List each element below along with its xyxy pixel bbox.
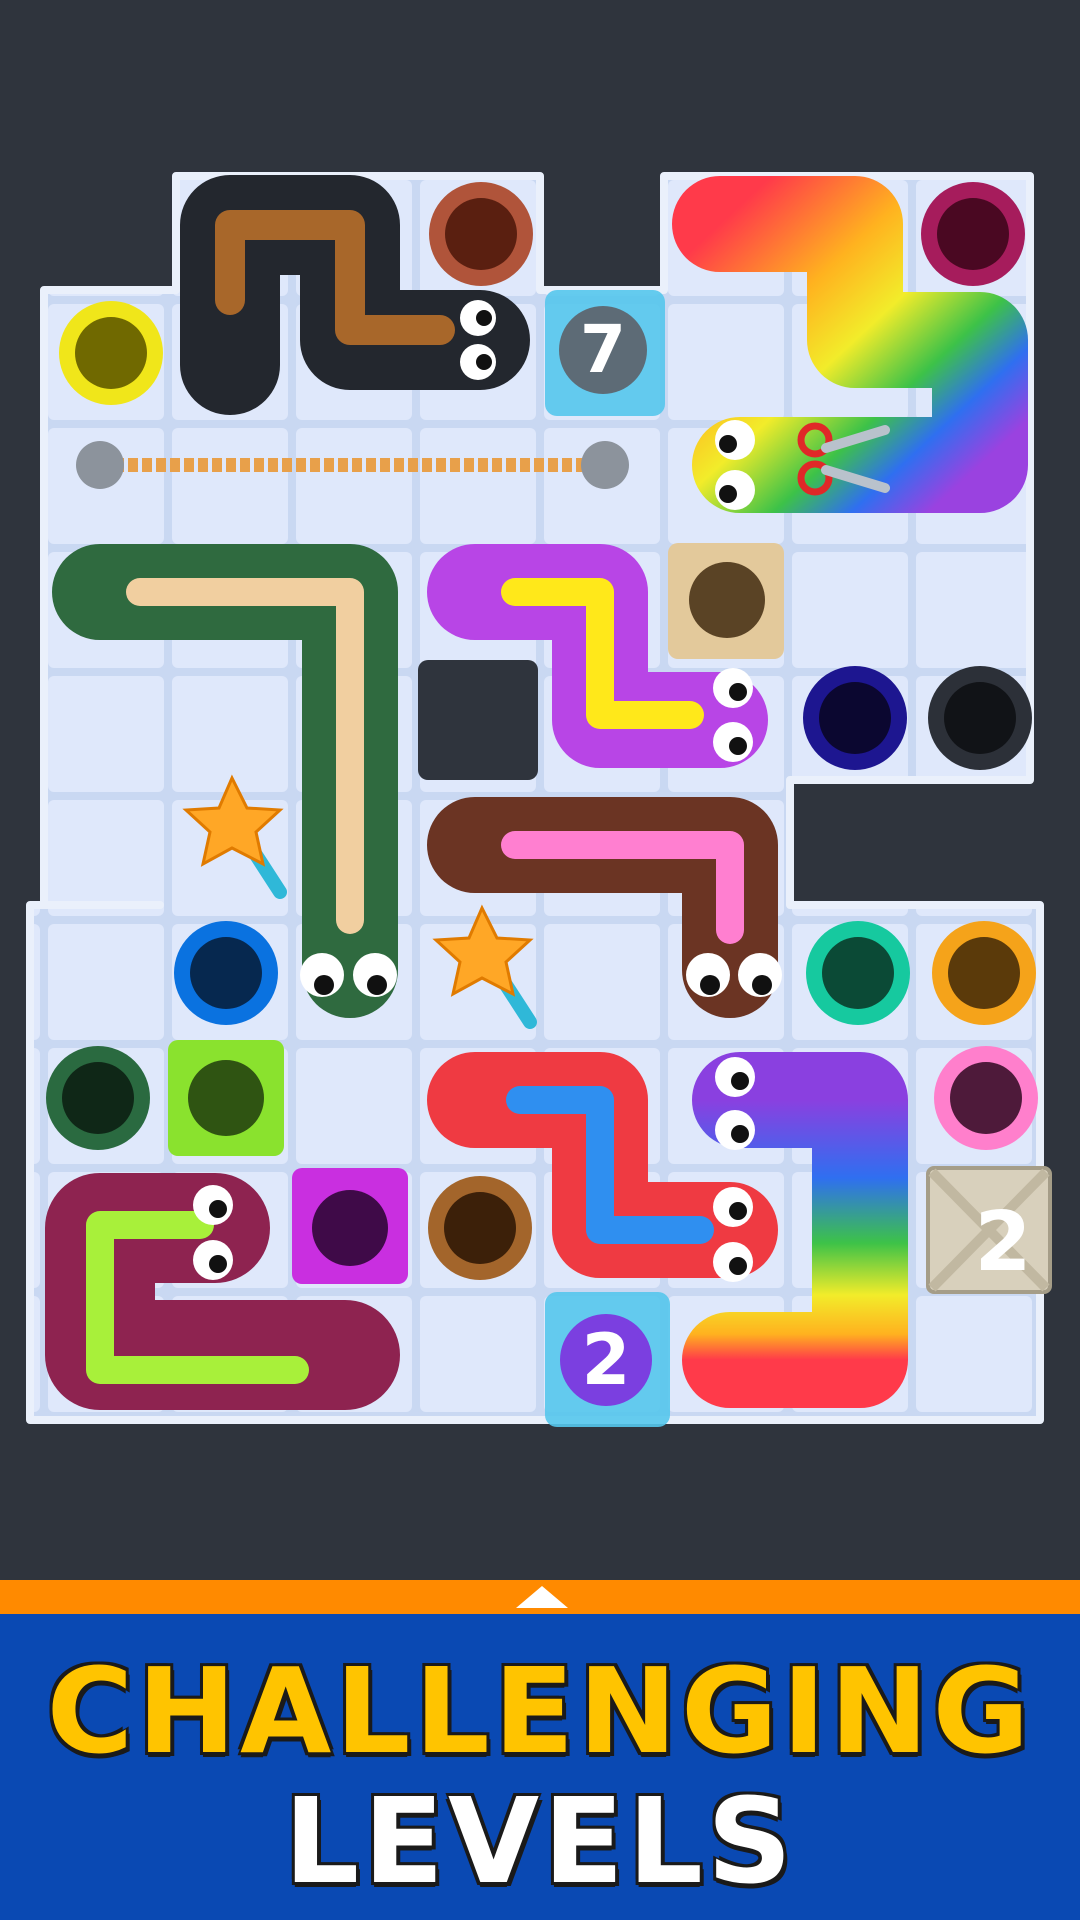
board-gap xyxy=(418,660,538,780)
lock-tile-bottom[interactable]: 2 xyxy=(545,1292,670,1427)
banner-title-line2: LEVELS xyxy=(284,1772,796,1910)
lock-tile-top-count: 7 xyxy=(580,311,626,388)
hole-magenta-square[interactable] xyxy=(292,1168,408,1284)
promo-banner: CHALLENGING LEVELS xyxy=(0,1580,1080,1920)
hole-tan-square[interactable] xyxy=(668,543,784,659)
hole-brown[interactable] xyxy=(429,182,533,286)
crate-count: 2 xyxy=(974,1195,1031,1290)
hole-black[interactable] xyxy=(928,666,1032,770)
hole-teal[interactable] xyxy=(806,921,910,1025)
hole-tan-brown[interactable] xyxy=(428,1176,532,1280)
hole-lime-square[interactable] xyxy=(168,1040,284,1156)
hole-navy[interactable] xyxy=(803,666,907,770)
lock-tile-bottom-count: 2 xyxy=(582,1319,631,1401)
hole-blue[interactable] xyxy=(174,921,278,1025)
hole-orange[interactable] xyxy=(932,921,1036,1025)
banner-title-line1: CHALLENGING xyxy=(46,1642,1034,1780)
lock-tile-top[interactable]: 7 xyxy=(545,290,665,416)
game-board: 7 2 2 xyxy=(0,0,1080,1580)
crate[interactable]: 2 xyxy=(926,1166,1052,1294)
chevron-up-icon xyxy=(516,1586,568,1608)
hole-yellow[interactable] xyxy=(59,301,163,405)
hole-pink[interactable] xyxy=(934,1046,1038,1150)
hole-maroon[interactable] xyxy=(921,182,1025,286)
hole-darkgreen[interactable] xyxy=(46,1046,150,1150)
